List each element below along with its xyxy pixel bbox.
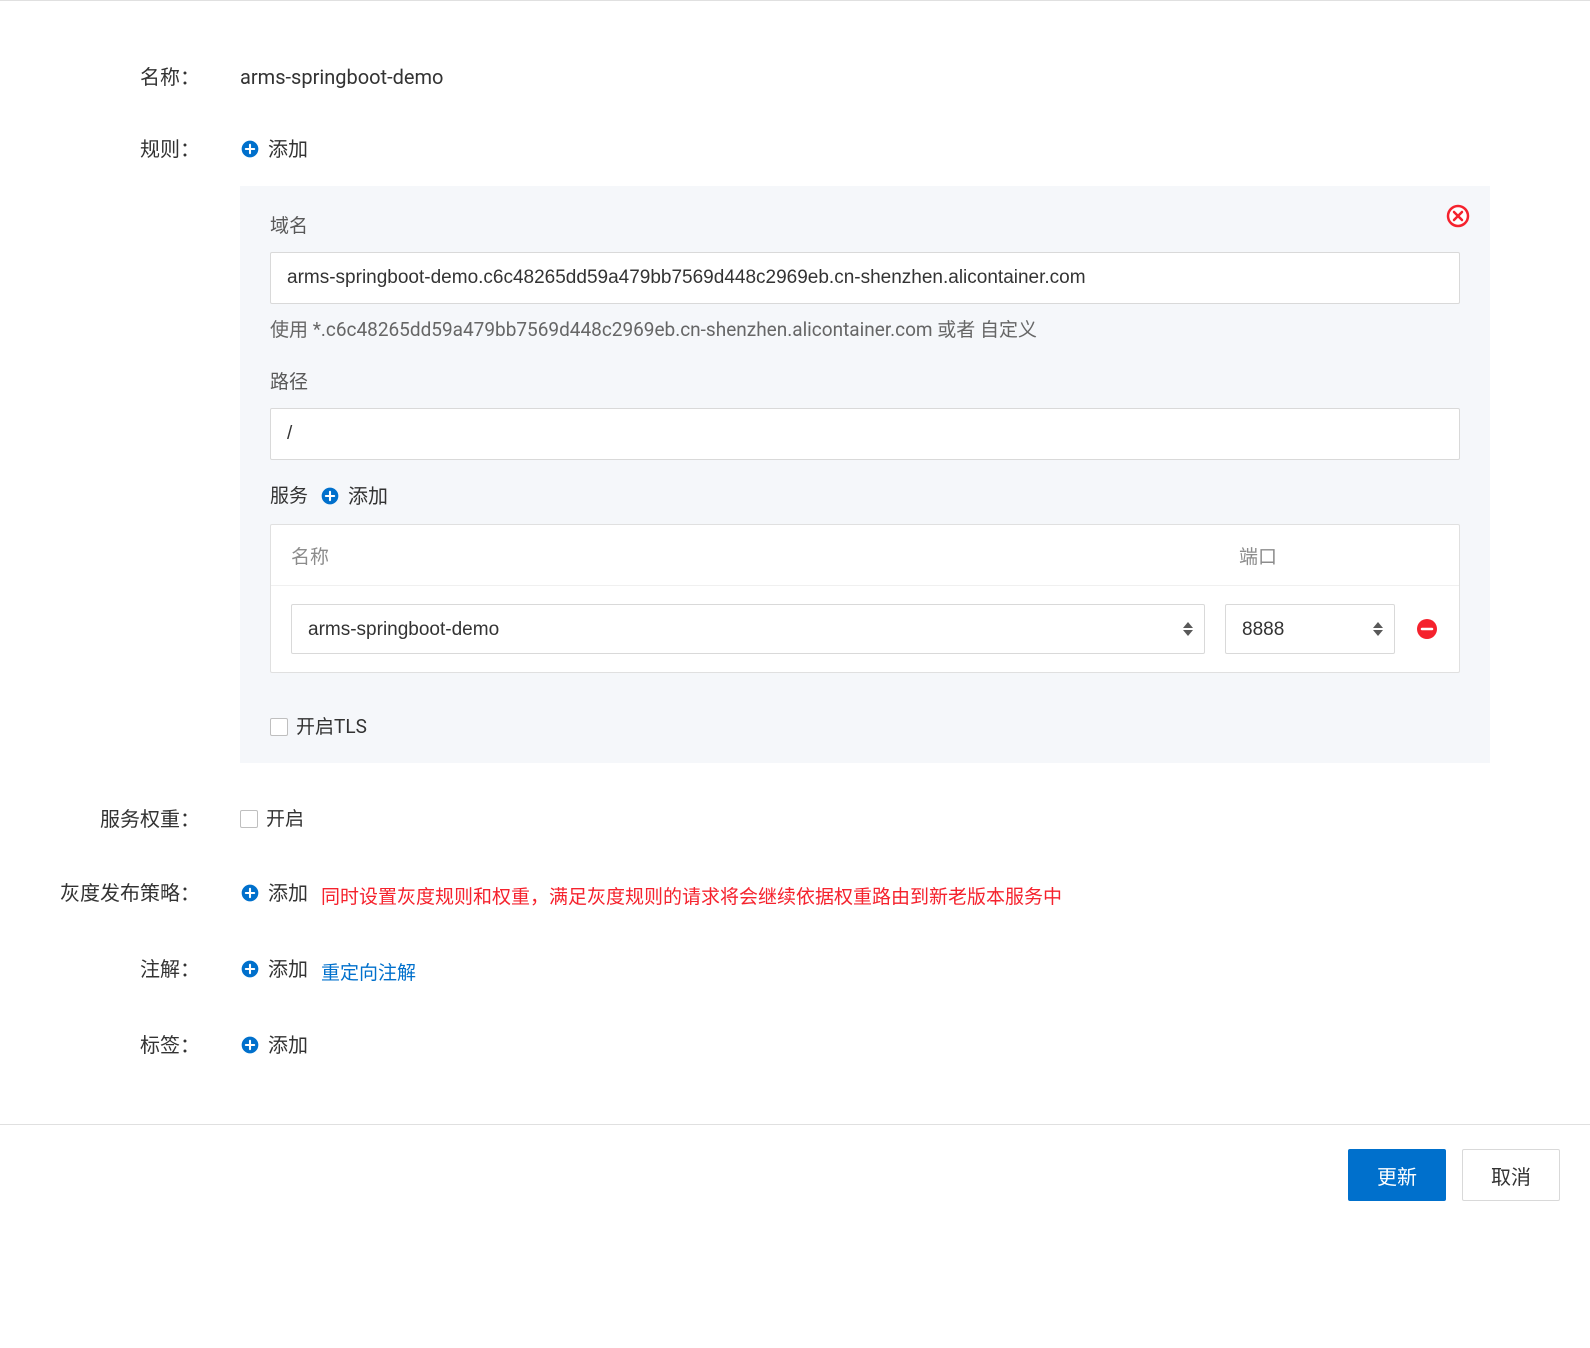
add-service-label: 添加 bbox=[348, 480, 388, 512]
service-table: 名称 端口 arms-springboot-demo bbox=[270, 524, 1460, 673]
plus-circle-icon bbox=[240, 883, 260, 903]
plus-circle-icon bbox=[240, 1035, 260, 1055]
field-domain: 域名 使用 *.c6c48265dd59a479bb7569d448c2969e… bbox=[270, 210, 1460, 346]
add-rule-button[interactable]: 添加 bbox=[240, 133, 308, 165]
add-annotation-label: 添加 bbox=[268, 953, 308, 985]
add-gray-label: 添加 bbox=[268, 877, 308, 909]
service-table-header: 名称 端口 bbox=[271, 525, 1459, 586]
label-annotations: 注解： bbox=[60, 953, 240, 985]
update-button[interactable]: 更新 bbox=[1348, 1149, 1446, 1201]
add-gray-release-button[interactable]: 添加 bbox=[240, 877, 308, 909]
service-port-header: 端口 bbox=[1239, 541, 1439, 573]
field-service: 服务 添加 bbox=[270, 480, 1460, 673]
add-service-button[interactable]: 添加 bbox=[320, 480, 388, 512]
path-input[interactable] bbox=[270, 408, 1460, 460]
tls-checkbox-wrap[interactable]: 开启TLS bbox=[270, 711, 367, 743]
path-label: 路径 bbox=[270, 366, 1460, 398]
service-label: 服务 bbox=[270, 480, 308, 512]
footer: 更新 取消 bbox=[0, 1124, 1590, 1225]
rule-panel: 域名 使用 *.c6c48265dd59a479bb7569d448c2969e… bbox=[240, 186, 1490, 763]
service-name-select[interactable]: arms-springboot-demo bbox=[291, 604, 1205, 654]
delete-service-row-button[interactable] bbox=[1415, 617, 1439, 641]
plus-circle-icon bbox=[240, 139, 260, 159]
tls-label: 开启TLS bbox=[296, 711, 367, 743]
add-tag-label: 添加 bbox=[268, 1029, 308, 1061]
label-tags: 标签： bbox=[60, 1029, 240, 1061]
service-table-row: arms-springboot-demo 8888 bbox=[271, 586, 1459, 672]
gray-warning-text: 同时设置灰度规则和权重，满足灰度规则的请求将会继续依据权重路由到新老版本服务中 bbox=[321, 885, 1062, 908]
tls-checkbox[interactable] bbox=[270, 718, 288, 736]
service-weight-enable-label: 开启 bbox=[266, 803, 304, 835]
plus-circle-icon bbox=[240, 959, 260, 979]
row-service-weight: 服务权重： 开启 bbox=[60, 803, 1490, 837]
delete-rule-button[interactable] bbox=[1446, 204, 1470, 228]
label-service-weight: 服务权重： bbox=[60, 803, 240, 835]
row-name: 名称： arms-springboot-demo bbox=[60, 61, 1490, 93]
value-name: arms-springboot-demo bbox=[240, 61, 1490, 93]
service-name-header: 名称 bbox=[291, 541, 1239, 573]
label-rules: 规则： bbox=[60, 133, 240, 165]
service-port-select[interactable]: 8888 bbox=[1225, 604, 1395, 654]
domain-help: 使用 *.c6c48265dd59a479bb7569d448c2969eb.c… bbox=[270, 314, 1460, 346]
form-area: 名称： arms-springboot-demo 规则： 添加 bbox=[0, 1, 1590, 1124]
label-gray-release: 灰度发布策略： bbox=[60, 877, 240, 909]
redirect-annotation-link[interactable]: 重定向注解 bbox=[321, 961, 416, 984]
domain-input[interactable] bbox=[270, 252, 1460, 304]
cancel-button[interactable]: 取消 bbox=[1462, 1149, 1560, 1201]
row-gray-release: 灰度发布策略： 添加 同时设置灰度规则和权重，满足灰度规则的请求将会继续依据权重… bbox=[60, 877, 1490, 913]
add-annotation-button[interactable]: 添加 bbox=[240, 953, 308, 985]
plus-circle-icon bbox=[320, 486, 340, 506]
add-rule-label: 添加 bbox=[268, 133, 308, 165]
domain-label: 域名 bbox=[270, 210, 1460, 242]
row-annotations: 注解： 添加 重定向注解 bbox=[60, 953, 1490, 989]
row-tags: 标签： 添加 bbox=[60, 1029, 1490, 1064]
service-weight-checkbox-wrap[interactable]: 开启 bbox=[240, 803, 304, 835]
label-name: 名称： bbox=[60, 61, 240, 93]
row-rules: 规则： 添加 bbox=[60, 133, 1490, 763]
add-tag-button[interactable]: 添加 bbox=[240, 1029, 308, 1061]
service-weight-checkbox[interactable] bbox=[240, 810, 258, 828]
field-path: 路径 bbox=[270, 366, 1460, 460]
